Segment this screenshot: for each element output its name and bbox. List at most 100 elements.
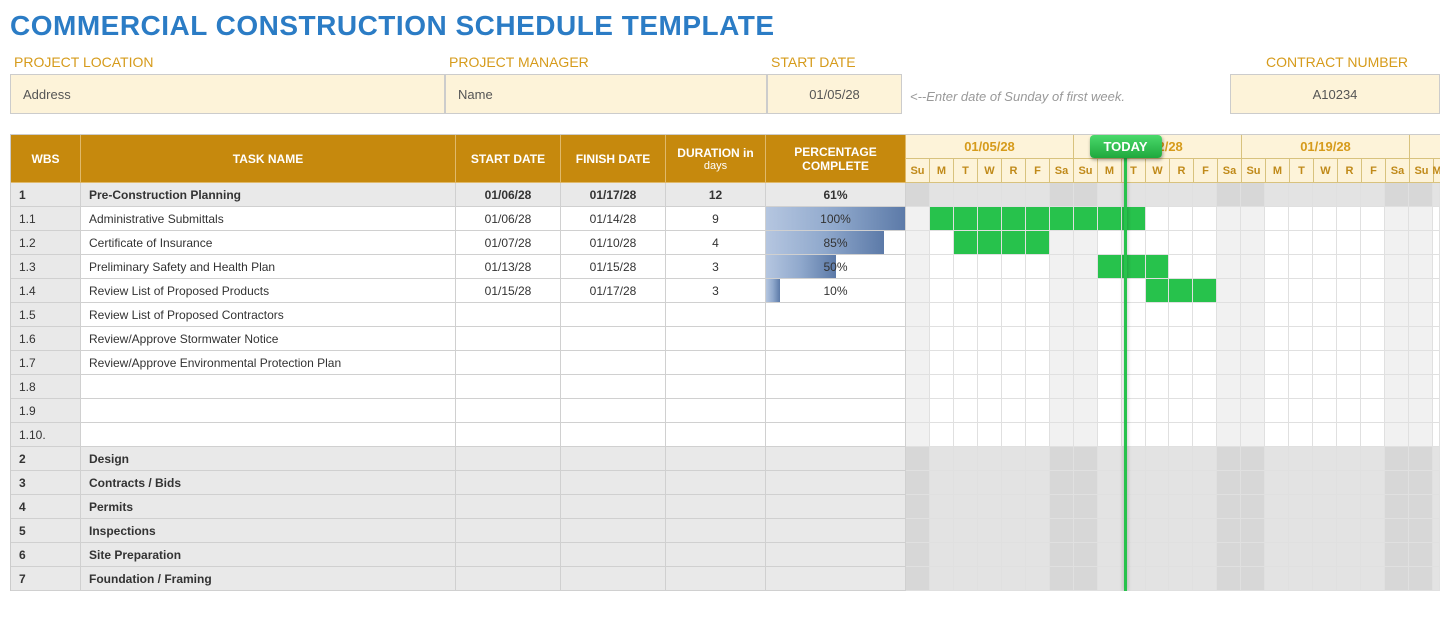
table-row[interactable]: 1.1Administrative Submittals01/06/2801/1… bbox=[11, 207, 906, 231]
gantt-bar-cell[interactable] bbox=[1002, 207, 1026, 231]
gantt-cell[interactable] bbox=[1002, 495, 1026, 519]
gantt-cell[interactable] bbox=[1050, 183, 1074, 207]
table-row[interactable]: 7Foundation / Framing bbox=[11, 567, 906, 591]
gantt-cell[interactable] bbox=[1169, 471, 1193, 495]
gantt-cell[interactable] bbox=[1217, 303, 1241, 327]
gantt-cell[interactable] bbox=[1074, 519, 1098, 543]
task-name-cell[interactable] bbox=[81, 399, 456, 423]
table-row[interactable]: 1.8 bbox=[11, 375, 906, 399]
table-row[interactable]: 1.4Review List of Proposed Products01/15… bbox=[11, 279, 906, 303]
table-row[interactable]: 2Design bbox=[11, 447, 906, 471]
gantt-cell[interactable] bbox=[978, 423, 1002, 447]
duration-cell[interactable]: 3 bbox=[666, 255, 766, 279]
percent-complete-cell[interactable] bbox=[766, 303, 906, 327]
gantt-cell[interactable] bbox=[1289, 303, 1313, 327]
gantt-cell[interactable] bbox=[1433, 375, 1440, 399]
gantt-cell[interactable] bbox=[930, 255, 954, 279]
gantt-cell[interactable] bbox=[1409, 351, 1433, 375]
gantt-cell[interactable] bbox=[978, 567, 1002, 591]
percent-complete-cell[interactable] bbox=[766, 519, 906, 543]
duration-cell[interactable] bbox=[666, 543, 766, 567]
gantt-cell[interactable] bbox=[1433, 255, 1440, 279]
gantt-cell[interactable] bbox=[906, 279, 930, 303]
table-row[interactable]: 4Permits bbox=[11, 495, 906, 519]
gantt-cell[interactable] bbox=[1265, 207, 1289, 231]
gantt-cell[interactable] bbox=[930, 231, 954, 255]
task-name-cell[interactable]: Inspections bbox=[81, 519, 456, 543]
gantt-cell[interactable] bbox=[1361, 207, 1385, 231]
gantt-cell[interactable] bbox=[1074, 279, 1098, 303]
gantt-cell[interactable] bbox=[1385, 183, 1409, 207]
gantt-cell[interactable] bbox=[1289, 423, 1313, 447]
gantt-cell[interactable] bbox=[906, 231, 930, 255]
gantt-cell[interactable] bbox=[1337, 255, 1361, 279]
gantt-cell[interactable] bbox=[1193, 399, 1217, 423]
gantt-cell[interactable] bbox=[1002, 183, 1026, 207]
gantt-cell[interactable] bbox=[1409, 231, 1433, 255]
start-date-cell[interactable] bbox=[456, 423, 561, 447]
gantt-cell[interactable] bbox=[1385, 567, 1409, 591]
gantt-bar-cell[interactable] bbox=[1193, 279, 1217, 303]
finish-date-cell[interactable]: 01/14/28 bbox=[561, 207, 666, 231]
gantt-bar-cell[interactable] bbox=[1026, 231, 1050, 255]
gantt-cell[interactable] bbox=[1002, 399, 1026, 423]
gantt-cell[interactable] bbox=[954, 255, 978, 279]
gantt-cell[interactable] bbox=[1265, 351, 1289, 375]
gantt-cell[interactable] bbox=[1361, 423, 1385, 447]
gantt-cell[interactable] bbox=[1337, 231, 1361, 255]
finish-date-cell[interactable] bbox=[561, 303, 666, 327]
gantt-cell[interactable] bbox=[1098, 543, 1122, 567]
gantt-cell[interactable] bbox=[1313, 255, 1337, 279]
gantt-cell[interactable] bbox=[1026, 543, 1050, 567]
duration-cell[interactable]: 12 bbox=[666, 183, 766, 207]
gantt-cell[interactable] bbox=[1241, 567, 1265, 591]
gantt-cell[interactable] bbox=[1241, 519, 1265, 543]
gantt-cell[interactable] bbox=[1002, 471, 1026, 495]
finish-date-cell[interactable] bbox=[561, 567, 666, 591]
finish-date-cell[interactable]: 01/10/28 bbox=[561, 231, 666, 255]
gantt-bar-cell[interactable] bbox=[1169, 279, 1193, 303]
gantt-cell[interactable] bbox=[1074, 183, 1098, 207]
gantt-cell[interactable] bbox=[1098, 279, 1122, 303]
gantt-cell[interactable] bbox=[1265, 567, 1289, 591]
gantt-cell[interactable] bbox=[1050, 519, 1074, 543]
gantt-cell[interactable] bbox=[1289, 255, 1313, 279]
gantt-cell[interactable] bbox=[930, 447, 954, 471]
gantt-cell[interactable] bbox=[1265, 423, 1289, 447]
gantt-cell[interactable] bbox=[1313, 207, 1337, 231]
gantt-cell[interactable] bbox=[954, 351, 978, 375]
gantt-cell[interactable] bbox=[1241, 399, 1265, 423]
gantt-cell[interactable] bbox=[1337, 543, 1361, 567]
contract-number-input[interactable]: A10234 bbox=[1230, 74, 1440, 114]
gantt-cell[interactable] bbox=[1146, 375, 1170, 399]
gantt-cell[interactable] bbox=[1217, 255, 1241, 279]
gantt-cell[interactable] bbox=[1169, 255, 1193, 279]
gantt-cell[interactable] bbox=[978, 519, 1002, 543]
gantt-cell[interactable] bbox=[1169, 207, 1193, 231]
gantt-cell[interactable] bbox=[1265, 519, 1289, 543]
gantt-bar-cell[interactable] bbox=[930, 207, 954, 231]
gantt-cell[interactable] bbox=[1002, 255, 1026, 279]
gantt-cell[interactable] bbox=[1098, 399, 1122, 423]
gantt-cell[interactable] bbox=[1169, 399, 1193, 423]
gantt-cell[interactable] bbox=[1074, 255, 1098, 279]
gantt-cell[interactable] bbox=[1146, 495, 1170, 519]
wbs-cell[interactable]: 1.5 bbox=[11, 303, 81, 327]
gantt-cell[interactable] bbox=[1385, 375, 1409, 399]
finish-date-cell[interactable] bbox=[561, 447, 666, 471]
gantt-cell[interactable] bbox=[1169, 543, 1193, 567]
gantt-cell[interactable] bbox=[1169, 231, 1193, 255]
task-name-cell[interactable] bbox=[81, 423, 456, 447]
table-row[interactable]: 1.7Review/Approve Environmental Protecti… bbox=[11, 351, 906, 375]
wbs-cell[interactable]: 1.2 bbox=[11, 231, 81, 255]
table-row[interactable]: 1Pre-Construction Planning01/06/2801/17/… bbox=[11, 183, 906, 207]
table-row[interactable]: 6Site Preparation bbox=[11, 543, 906, 567]
gantt-cell[interactable] bbox=[1241, 495, 1265, 519]
start-date-cell[interactable] bbox=[456, 519, 561, 543]
gantt-cell[interactable] bbox=[1026, 255, 1050, 279]
gantt-cell[interactable] bbox=[1217, 543, 1241, 567]
gantt-cell[interactable] bbox=[1074, 327, 1098, 351]
gantt-cell[interactable] bbox=[1241, 183, 1265, 207]
gantt-cell[interactable] bbox=[1361, 519, 1385, 543]
gantt-cell[interactable] bbox=[954, 399, 978, 423]
